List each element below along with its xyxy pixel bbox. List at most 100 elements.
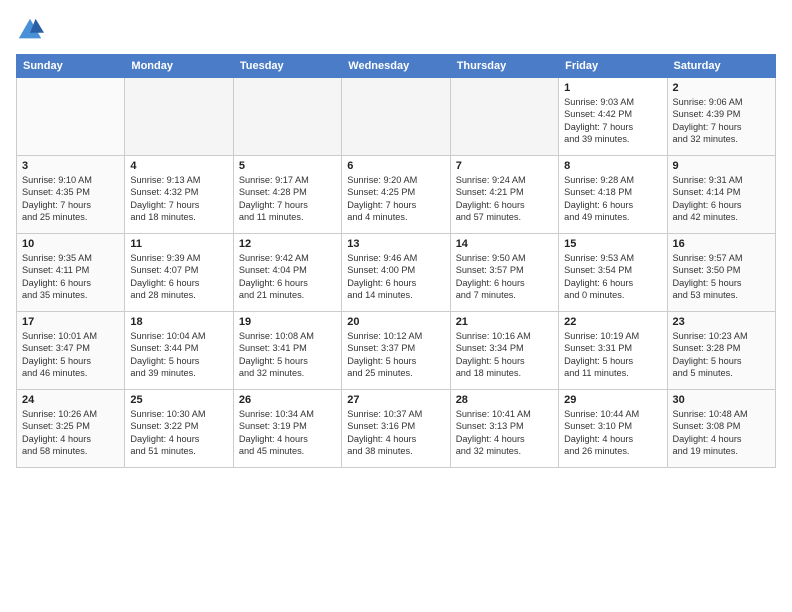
day-info: Sunrise: 9:50 AM Sunset: 3:57 PM Dayligh…: [456, 252, 553, 302]
day-number: 29: [564, 394, 661, 406]
calendar-cell: 25 Sunrise: 10:30 AM Sunset: 3:22 PM Dayl…: [125, 390, 233, 468]
calendar-cell: 26 Sunrise: 10:34 AM Sunset: 3:19 PM Dayl…: [233, 390, 341, 468]
calendar-cell: 11 Sunrise: 9:39 AM Sunset: 4:07 PM Dayli…: [125, 234, 233, 312]
day-info: Sunrise: 9:24 AM Sunset: 4:21 PM Dayligh…: [456, 174, 553, 224]
calendar-cell: 29 Sunrise: 10:44 AM Sunset: 3:10 PM Dayl…: [559, 390, 667, 468]
calendar-cell: 23 Sunrise: 10:23 AM Sunset: 3:28 PM Dayl…: [667, 312, 775, 390]
day-info: Sunrise: 9:42 AM Sunset: 4:04 PM Dayligh…: [239, 252, 336, 302]
week-row-3: 10Sunrise: 9:35 AM Sunset: 4:11 PM Dayli…: [17, 234, 776, 312]
day-info: Sunrise: 10:08 AM Sunset: 3:41 PM Daylig…: [239, 330, 336, 380]
calendar-cell: 10Sunrise: 9:35 AM Sunset: 4:11 PM Dayli…: [17, 234, 125, 312]
calendar-table: SundayMondayTuesdayWednesdayThursdayFrid…: [16, 54, 776, 468]
day-number: 8: [564, 160, 661, 172]
day-info: Sunrise: 10:48 AM Sunset: 3:08 PM Daylig…: [673, 408, 770, 458]
day-info: Sunrise: 10:19 AM Sunset: 3:31 PM Daylig…: [564, 330, 661, 380]
day-info: Sunrise: 10:04 AM Sunset: 3:44 PM Daylig…: [130, 330, 227, 380]
day-number: 23: [673, 316, 770, 328]
calendar-cell: 9 Sunrise: 9:31 AM Sunset: 4:14 PM Daylig…: [667, 156, 775, 234]
calendar-cell: 30 Sunrise: 10:48 AM Sunset: 3:08 PM Dayl…: [667, 390, 775, 468]
day-number: 26: [239, 394, 336, 406]
day-info: Sunrise: 9:10 AM Sunset: 4:35 PM Dayligh…: [22, 174, 119, 224]
day-number: 9: [673, 160, 770, 172]
day-info: Sunrise: 10:44 AM Sunset: 3:10 PM Daylig…: [564, 408, 661, 458]
day-number: 30: [673, 394, 770, 406]
calendar-cell: 13 Sunrise: 9:46 AM Sunset: 4:00 PM Dayli…: [342, 234, 450, 312]
calendar-cell: 1 Sunrise: 9:03 AM Sunset: 4:42 PM Daylig…: [559, 78, 667, 156]
calendar-cell: 17Sunrise: 10:01 AM Sunset: 3:47 PM Dayl…: [17, 312, 125, 390]
calendar-cell: [342, 78, 450, 156]
day-info: Sunrise: 9:28 AM Sunset: 4:18 PM Dayligh…: [564, 174, 661, 224]
calendar-cell: 14Sunrise: 9:50 AM Sunset: 3:57 PM Dayli…: [450, 234, 558, 312]
day-number: 2: [673, 82, 770, 94]
calendar-cell: [17, 78, 125, 156]
day-info: Sunrise: 10:12 AM Sunset: 3:37 PM Daylig…: [347, 330, 444, 380]
day-number: 7: [456, 160, 553, 172]
calendar-header-sunday: Sunday: [17, 55, 125, 78]
calendar-header-tuesday: Tuesday: [233, 55, 341, 78]
day-info: Sunrise: 9:31 AM Sunset: 4:14 PM Dayligh…: [673, 174, 770, 224]
day-number: 17: [22, 316, 119, 328]
calendar-cell: 19 Sunrise: 10:08 AM Sunset: 3:41 PM Dayl…: [233, 312, 341, 390]
logo: [16, 16, 48, 44]
day-info: Sunrise: 9:39 AM Sunset: 4:07 PM Dayligh…: [130, 252, 227, 302]
day-info: Sunrise: 9:03 AM Sunset: 4:42 PM Dayligh…: [564, 96, 661, 146]
day-info: Sunrise: 9:20 AM Sunset: 4:25 PM Dayligh…: [347, 174, 444, 224]
header: [16, 16, 776, 44]
calendar-cell: 15Sunrise: 9:53 AM Sunset: 3:54 PM Dayli…: [559, 234, 667, 312]
calendar-header-monday: Monday: [125, 55, 233, 78]
day-info: Sunrise: 10:37 AM Sunset: 3:16 PM Daylig…: [347, 408, 444, 458]
day-info: Sunrise: 10:23 AM Sunset: 3:28 PM Daylig…: [673, 330, 770, 380]
calendar-cell: 3 Sunrise: 9:10 AM Sunset: 4:35 PM Daylig…: [17, 156, 125, 234]
day-number: 12: [239, 238, 336, 250]
calendar-header-saturday: Saturday: [667, 55, 775, 78]
calendar-cell: 12 Sunrise: 9:42 AM Sunset: 4:04 PM Dayli…: [233, 234, 341, 312]
calendar-cell: 6 Sunrise: 9:20 AM Sunset: 4:25 PM Daylig…: [342, 156, 450, 234]
calendar-cell: [233, 78, 341, 156]
day-number: 5: [239, 160, 336, 172]
calendar-cell: 4Sunrise: 9:13 AM Sunset: 4:32 PM Daylig…: [125, 156, 233, 234]
logo-icon: [16, 16, 44, 44]
day-number: 13: [347, 238, 444, 250]
calendar-cell: 20Sunrise: 10:12 AM Sunset: 3:37 PM Dayl…: [342, 312, 450, 390]
calendar-cell: [125, 78, 233, 156]
day-info: Sunrise: 9:46 AM Sunset: 4:00 PM Dayligh…: [347, 252, 444, 302]
day-info: Sunrise: 10:41 AM Sunset: 3:13 PM Daylig…: [456, 408, 553, 458]
week-row-5: 24Sunrise: 10:26 AM Sunset: 3:25 PM Dayl…: [17, 390, 776, 468]
calendar-cell: 7 Sunrise: 9:24 AM Sunset: 4:21 PM Daylig…: [450, 156, 558, 234]
day-number: 3: [22, 160, 119, 172]
calendar-cell: 24Sunrise: 10:26 AM Sunset: 3:25 PM Dayl…: [17, 390, 125, 468]
day-info: Sunrise: 10:34 AM Sunset: 3:19 PM Daylig…: [239, 408, 336, 458]
calendar-header-thursday: Thursday: [450, 55, 558, 78]
calendar-cell: [450, 78, 558, 156]
page: SundayMondayTuesdayWednesdayThursdayFrid…: [0, 0, 792, 476]
day-number: 11: [130, 238, 227, 250]
day-number: 25: [130, 394, 227, 406]
calendar-cell: 22 Sunrise: 10:19 AM Sunset: 3:31 PM Dayl…: [559, 312, 667, 390]
week-row-4: 17Sunrise: 10:01 AM Sunset: 3:47 PM Dayl…: [17, 312, 776, 390]
day-number: 4: [130, 160, 227, 172]
day-number: 6: [347, 160, 444, 172]
day-info: Sunrise: 10:30 AM Sunset: 3:22 PM Daylig…: [130, 408, 227, 458]
day-number: 16: [673, 238, 770, 250]
calendar-cell: 18 Sunrise: 10:04 AM Sunset: 3:44 PM Dayl…: [125, 312, 233, 390]
calendar-header-wednesday: Wednesday: [342, 55, 450, 78]
calendar-cell: 2 Sunrise: 9:06 AM Sunset: 4:39 PM Daylig…: [667, 78, 775, 156]
day-number: 18: [130, 316, 227, 328]
day-info: Sunrise: 9:17 AM Sunset: 4:28 PM Dayligh…: [239, 174, 336, 224]
week-row-2: 3 Sunrise: 9:10 AM Sunset: 4:35 PM Daylig…: [17, 156, 776, 234]
calendar-cell: 5 Sunrise: 9:17 AM Sunset: 4:28 PM Daylig…: [233, 156, 341, 234]
day-info: Sunrise: 9:06 AM Sunset: 4:39 PM Dayligh…: [673, 96, 770, 146]
week-row-1: 1 Sunrise: 9:03 AM Sunset: 4:42 PM Daylig…: [17, 78, 776, 156]
day-info: Sunrise: 9:35 AM Sunset: 4:11 PM Dayligh…: [22, 252, 119, 302]
day-info: Sunrise: 10:16 AM Sunset: 3:34 PM Daylig…: [456, 330, 553, 380]
day-info: Sunrise: 9:57 AM Sunset: 3:50 PM Dayligh…: [673, 252, 770, 302]
day-number: 1: [564, 82, 661, 94]
day-number: 19: [239, 316, 336, 328]
calendar-cell: 28Sunrise: 10:41 AM Sunset: 3:13 PM Dayl…: [450, 390, 558, 468]
day-number: 24: [22, 394, 119, 406]
day-number: 22: [564, 316, 661, 328]
calendar-header-friday: Friday: [559, 55, 667, 78]
calendar-cell: 21Sunrise: 10:16 AM Sunset: 3:34 PM Dayl…: [450, 312, 558, 390]
calendar-cell: 27Sunrise: 10:37 AM Sunset: 3:16 PM Dayl…: [342, 390, 450, 468]
calendar-header-row: SundayMondayTuesdayWednesdayThursdayFrid…: [17, 55, 776, 78]
